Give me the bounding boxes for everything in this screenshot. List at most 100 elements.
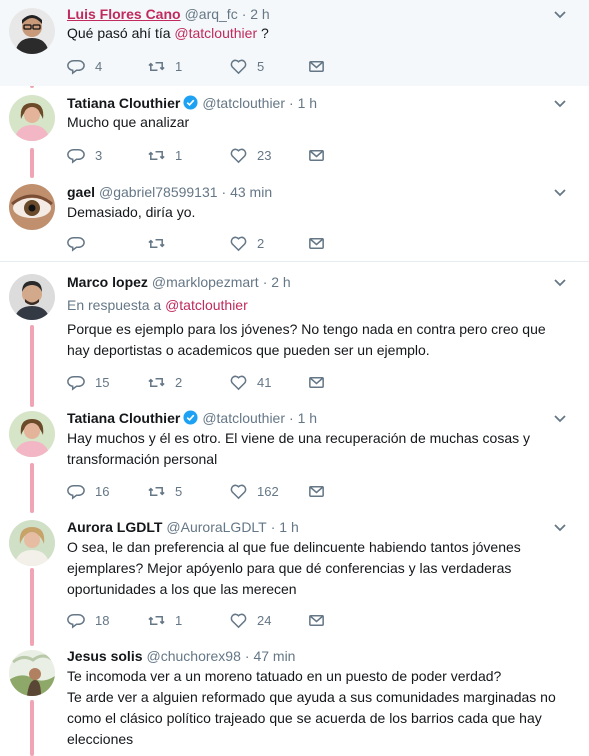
reply-button[interactable]: 3 [67, 145, 102, 165]
avatar[interactable] [9, 650, 55, 696]
avatar[interactable] [9, 184, 55, 230]
reply-icon [67, 375, 85, 391]
heart-icon [230, 148, 247, 163]
display-name[interactable]: Tatiana Clouthier [67, 410, 180, 426]
user-handle[interactable]: @tatclouthier [202, 95, 285, 111]
retweet-icon [148, 238, 165, 248]
user-handle[interactable]: @tatclouthier [202, 410, 285, 426]
display-name[interactable]: Luis Flores Cano [67, 6, 181, 22]
tweet-actions: 15 2 41 [67, 372, 347, 392]
avatar[interactable] [9, 274, 55, 320]
chevron-down-icon[interactable] [553, 278, 567, 288]
retweet-button[interactable]: 1 [147, 610, 182, 630]
direct-message-button[interactable] [307, 481, 326, 501]
timestamp[interactable]: · 43 min [222, 184, 273, 200]
direct-message-button[interactable] [307, 56, 326, 76]
reply-button[interactable]: 4 [67, 56, 102, 76]
conversation-divider [0, 261, 589, 262]
like-count: 41 [257, 374, 272, 390]
tweet-header: Tatiana Clouthier @tatclouthier · 1 h [67, 409, 317, 427]
tweet-header: Aurora LGDLT @AuroraLGDLT · 1 h [67, 518, 299, 536]
tweet-actions: 4 1 5 [67, 56, 347, 76]
timestamp[interactable]: · 1 h [289, 95, 317, 111]
user-handle[interactable]: @AuroraLGDLT [166, 519, 266, 535]
heart-icon [230, 236, 247, 251]
direct-message-button[interactable] [307, 610, 326, 630]
avatar[interactable] [9, 8, 55, 54]
retweet-button[interactable] [147, 233, 166, 253]
retweet-button[interactable]: 2 [147, 372, 182, 392]
display-name[interactable]: Aurora LGDLT [67, 519, 162, 535]
user-handle[interactable]: @marklopezmart [152, 274, 259, 290]
retweet-button[interactable]: 1 [147, 145, 182, 165]
thread-line [30, 463, 34, 513]
direct-message-button[interactable] [307, 233, 326, 253]
envelope-icon [309, 485, 324, 497]
retweet-icon [148, 377, 165, 387]
timestamp[interactable]: · 2 h [242, 6, 270, 22]
verified-badge-icon [183, 410, 198, 425]
chevron-down-icon[interactable] [553, 523, 567, 533]
reply-button[interactable]: 18 [67, 610, 109, 630]
retweet-button[interactable]: 5 [147, 481, 182, 501]
user-handle[interactable]: @arq_fc [185, 6, 238, 22]
envelope-icon [309, 237, 324, 249]
retweet-icon [148, 615, 165, 625]
avatar[interactable] [9, 411, 55, 457]
tweet-header: gael @gabriel78599131 · 43 min [67, 183, 272, 201]
tweet-actions: 16 5 162 [67, 481, 347, 501]
heart-icon [230, 613, 247, 628]
user-handle[interactable]: @gabriel78599131 [99, 184, 218, 200]
reply-button[interactable]: 15 [67, 372, 109, 392]
retweet-count: 2 [175, 374, 183, 390]
reply-to-mention[interactable]: @tatclouthier [165, 297, 248, 313]
reply-count: 16 [95, 483, 110, 499]
chevron-down-icon[interactable] [553, 414, 567, 424]
reply-context: En respuesta a @tatclouthier [67, 297, 248, 313]
timestamp[interactable]: · 2 h [263, 274, 291, 290]
timestamp[interactable]: · 1 h [271, 519, 299, 535]
tweet-text: Hay muchos y él es otro. El viene de una… [67, 430, 531, 467]
display-name[interactable]: gael [67, 184, 95, 200]
reply-icon [67, 59, 85, 75]
reply-button[interactable] [67, 233, 86, 253]
timestamp[interactable]: · 47 min [245, 648, 296, 664]
tweet-actions: 18 1 24 [67, 610, 347, 630]
avatar[interactable] [9, 95, 55, 141]
retweet-count: 1 [175, 147, 183, 163]
like-button[interactable]: 162 [229, 481, 279, 501]
chevron-down-icon[interactable] [553, 99, 567, 109]
timestamp[interactable]: · 1 h [289, 410, 317, 426]
tweet-text: Demasiado, diría yo. [67, 204, 196, 220]
tweet-header: Tatiana Clouthier @tatclouthier · 1 h [67, 94, 317, 112]
like-count: 23 [257, 147, 272, 163]
like-button[interactable]: 5 [229, 56, 264, 76]
chevron-down-icon[interactable] [553, 188, 567, 198]
reply-count: 3 [95, 147, 103, 163]
like-count: 2 [257, 235, 265, 251]
like-button[interactable]: 2 [229, 233, 264, 253]
display-name[interactable]: Tatiana Clouthier [67, 95, 180, 111]
chevron-down-icon[interactable] [553, 10, 567, 20]
tweet-actions: 3 1 23 [67, 145, 347, 165]
retweet-count: 1 [175, 612, 183, 628]
reply-count: 15 [95, 374, 110, 390]
retweet-button[interactable]: 1 [147, 56, 182, 76]
heart-icon [230, 484, 247, 499]
user-handle[interactable]: @chuchorex98 [147, 648, 241, 664]
avatar[interactable] [9, 520, 55, 566]
like-button[interactable]: 23 [229, 145, 271, 165]
display-name[interactable]: Marco lopez [67, 274, 148, 290]
like-button[interactable]: 24 [229, 610, 271, 630]
like-count: 162 [257, 483, 279, 499]
display-name[interactable]: Jesus solis [67, 648, 143, 664]
like-button[interactable]: 41 [229, 372, 271, 392]
verified-badge-icon [183, 95, 198, 110]
tweet-header: Jesus solis @chuchorex98 · 47 min [67, 647, 295, 665]
mention-link[interactable]: @tatclouthier [174, 25, 257, 41]
direct-message-button[interactable] [307, 145, 326, 165]
reply-count: 18 [95, 612, 110, 628]
envelope-icon [309, 376, 324, 388]
reply-button[interactable]: 16 [67, 481, 109, 501]
direct-message-button[interactable] [307, 372, 326, 392]
